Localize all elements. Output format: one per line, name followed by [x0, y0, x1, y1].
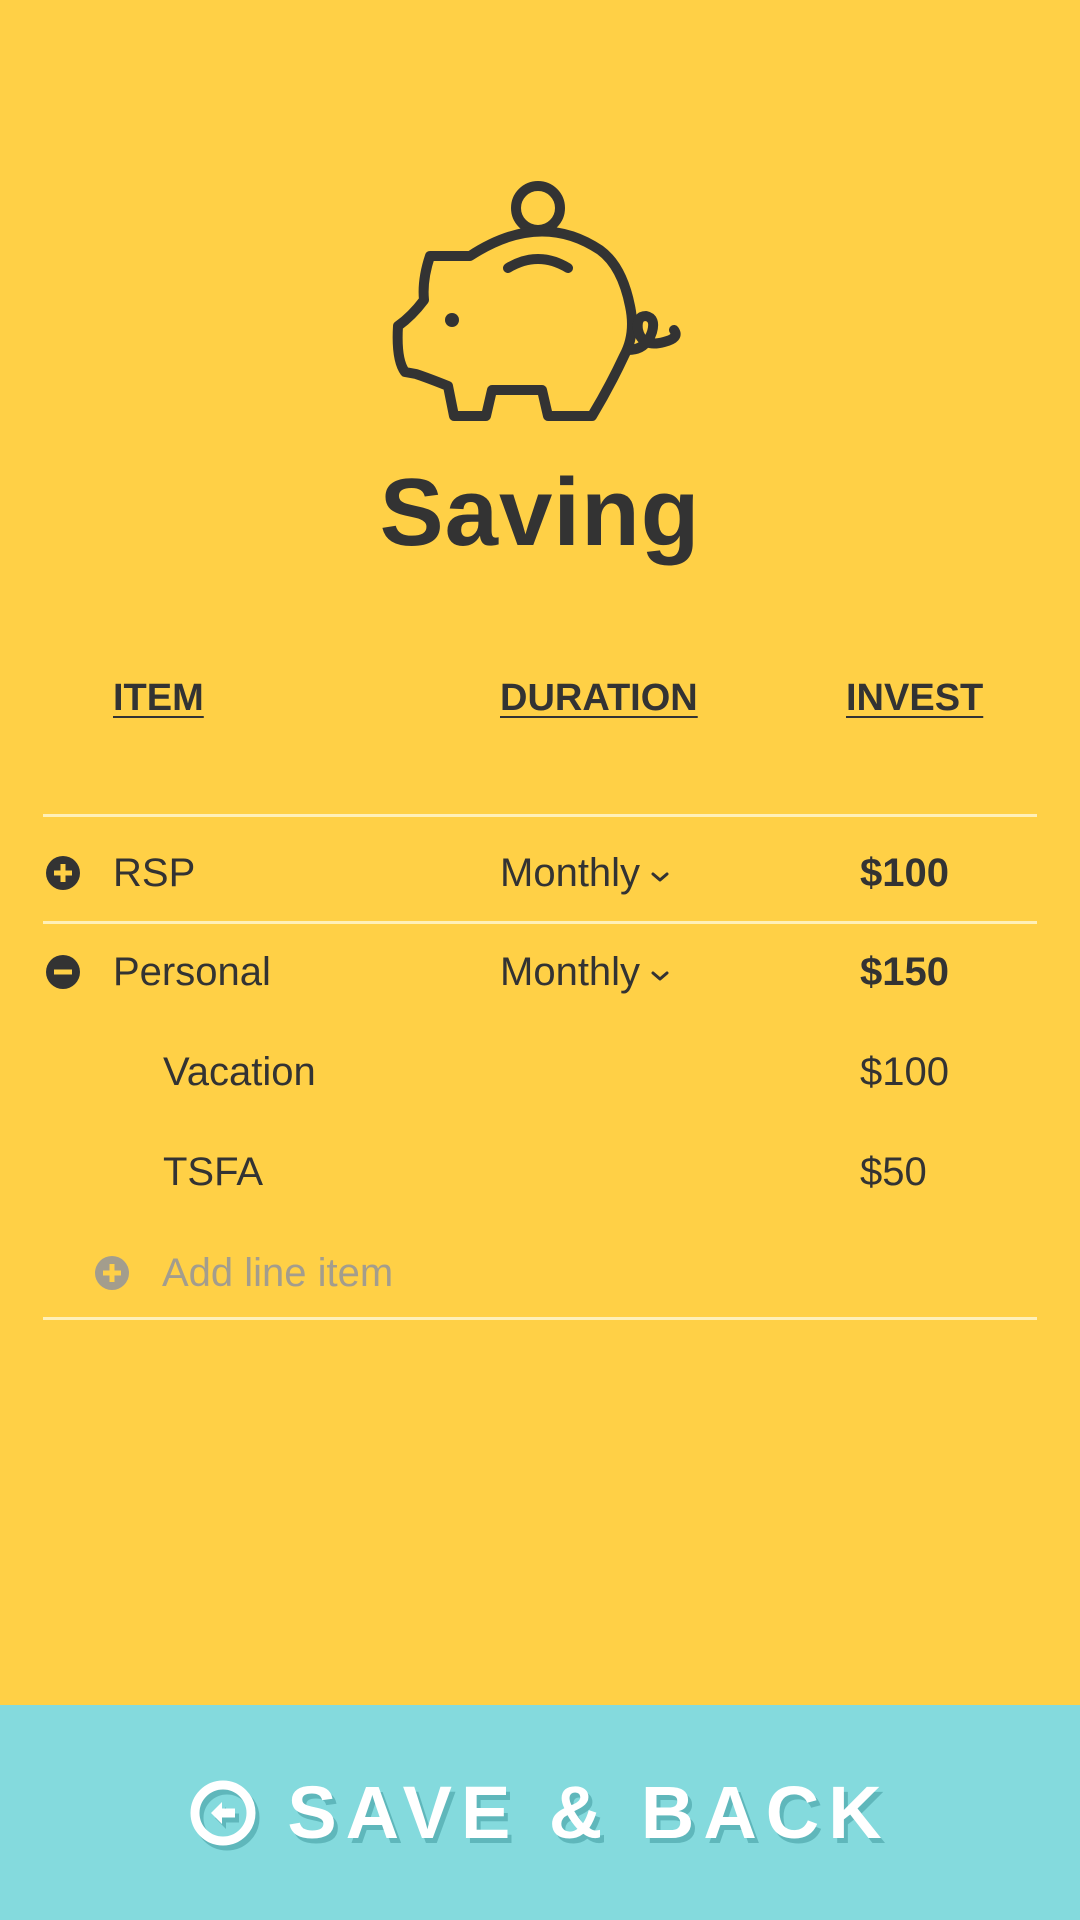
column-header-invest: INVEST	[846, 677, 984, 719]
column-header-item: ITEM	[113, 677, 204, 719]
chevron-down-icon	[651, 971, 669, 981]
column-header-duration: DURATION	[500, 677, 698, 719]
duration-dropdown[interactable]: Monthly	[500, 947, 670, 997]
back-arrow-circle-icon	[190, 1780, 256, 1845]
sub-item-label: TSFA	[163, 1150, 264, 1194]
table-divider-top	[43, 814, 1037, 817]
plus-circle-icon	[95, 1256, 129, 1290]
row-item-label: RSP	[113, 851, 196, 895]
chevron-down-icon	[651, 872, 669, 882]
duration-value: Monthly	[500, 851, 641, 895]
sub-item-label: Vacation	[163, 1050, 316, 1094]
row-invest-value: $150	[860, 950, 949, 994]
piggy-bank-icon	[392, 181, 681, 421]
sub-item-invest: $100	[860, 1050, 949, 1094]
table-divider-bottom	[43, 1317, 1037, 1320]
save-and-back-label: SAVE & BACK	[287, 1771, 891, 1854]
save-and-back-button[interactable]: SAVE & BACK	[0, 1705, 1080, 1920]
sub-item-invest: $50	[860, 1150, 927, 1194]
add-line-item-button[interactable]: Add line item	[94, 1247, 393, 1299]
duration-value: Monthly	[500, 950, 641, 994]
page-title: Saving	[379, 459, 701, 566]
add-line-item-label: Add line item	[162, 1250, 394, 1295]
table-divider	[43, 921, 1037, 924]
duration-dropdown[interactable]: Monthly	[500, 848, 670, 898]
row-item-label: Personal	[113, 950, 271, 994]
footer-bar: SAVE & BACK	[0, 1705, 1080, 1920]
plus-circle-icon[interactable]	[45, 855, 81, 891]
row-invest-value: $100	[860, 851, 949, 895]
minus-circle-icon[interactable]	[45, 954, 81, 990]
